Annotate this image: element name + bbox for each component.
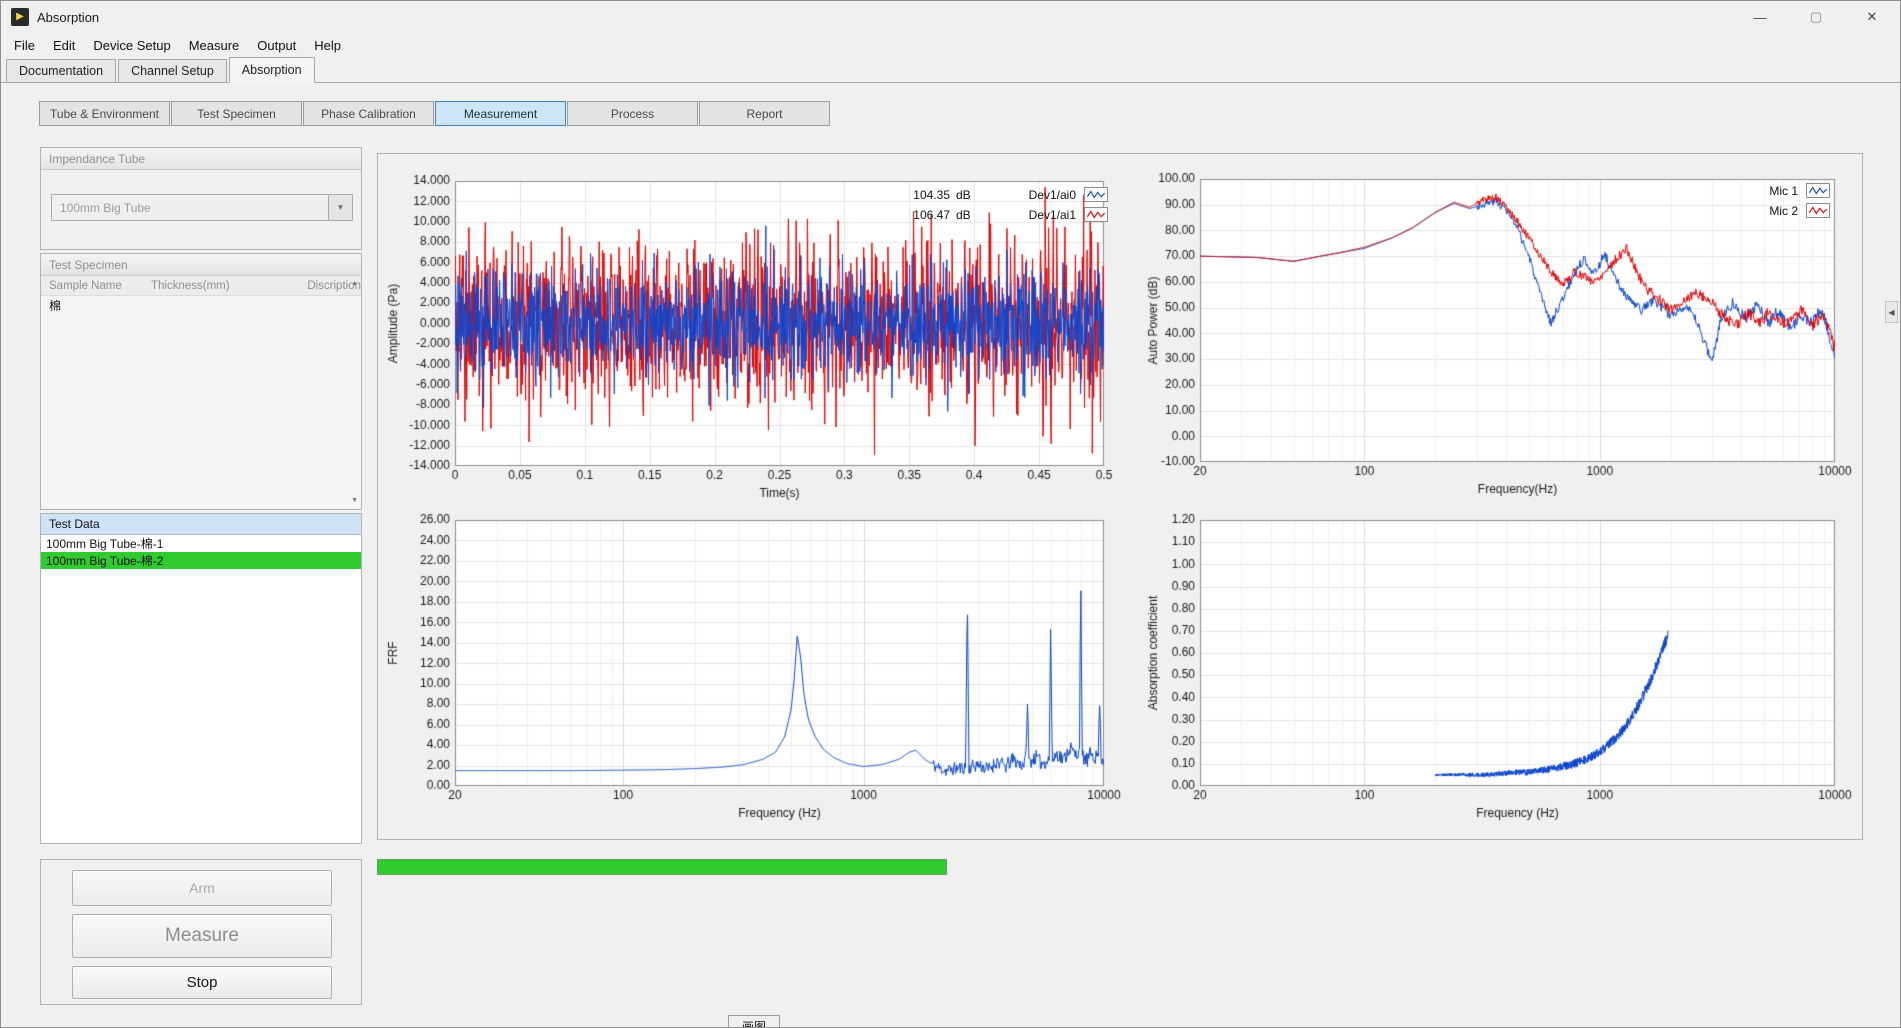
level-value: 106.47 [904,208,950,222]
level-value: 104.35 [904,188,950,202]
main-tab[interactable]: Absorption [229,57,315,83]
subtab-bar: Tube & EnvironmentTest SpecimenPhase Cal… [39,101,831,126]
test-specimen-table: 棉 [41,296,361,509]
waveform-legend-icon[interactable] [1806,183,1830,198]
menu-item[interactable]: File [5,35,44,56]
frf-canvas [378,512,1126,837]
test-data-item[interactable]: 100mm Big Tube-棉-1 [41,535,361,552]
test-specimen-group: Test Specimen Sample NameThickness(mm)Di… [40,253,362,510]
menu-item[interactable]: Measure [180,35,249,56]
menu-item[interactable]: Output [248,35,305,56]
impedance-tube-title: Impendance Tube [41,148,361,170]
subtab[interactable]: Measurement [435,101,566,126]
close-button[interactable]: ✕ [1844,1,1900,33]
legend-label: Mic 2 [1769,204,1798,218]
auto-power-canvas [1138,162,1864,512]
test-data-list: 100mm Big Tube-棉-1100mm Big Tube-棉-2 [41,535,361,843]
legend-entry: Mic 1 [1769,182,1830,199]
menu-item[interactable]: Edit [44,35,84,56]
legend-label: Mic 1 [1769,184,1798,198]
waveform-legend-icon[interactable] [1084,187,1108,202]
test-data-group: Test Data 100mm Big Tube-棉-1100mm Big Tu… [40,513,362,844]
minimize-icon: — [1754,10,1767,25]
test-data-item[interactable]: 100mm Big Tube-棉-2 [41,552,361,569]
waveform-legend-icon[interactable] [1806,203,1830,218]
impedance-tube-group: Impendance Tube 100mm Big Tube ▼ [40,147,362,250]
arm-button[interactable]: Arm [72,870,332,906]
main-tab[interactable]: Channel Setup [118,59,227,82]
time-waveform-chart: 104.35 dB Dev1/ai0 106.47 dB Dev1/ai1 [378,162,1126,512]
auto-power-chart: Mic 1 Mic 2 [1138,162,1864,512]
charts-panel: 104.35 dB Dev1/ai0 106.47 dB Dev1/ai1 [377,153,1863,840]
stop-button[interactable]: Stop [72,966,332,999]
measure-button[interactable]: Measure [72,914,332,958]
channel-name: Dev1/ai1 [1018,208,1076,222]
play-icon: ▶ [16,12,24,22]
channel-name: Dev1/ai0 [1018,188,1076,202]
maximize-button[interactable]: ▢ [1788,1,1844,33]
subtab[interactable]: Tube & Environment [39,101,170,126]
main-tab[interactable]: Documentation [6,59,116,82]
progress-bar [377,859,947,875]
collapse-left-icon: ◀ [1888,308,1894,317]
waveform-legend-icon[interactable] [1084,207,1108,222]
bottom-tab[interactable]: 画图 [728,1015,780,1028]
scroll-up-icon[interactable]: ▲ [351,280,358,287]
window-controls: — ▢ ✕ [1732,1,1900,33]
menu-item[interactable]: Help [305,35,350,56]
main-tab-bar: DocumentationChannel SetupAbsorption [1,57,1900,83]
column-header: Thickness(mm) [143,280,299,292]
test-specimen-title: Test Specimen [41,254,361,276]
subtab[interactable]: Report [699,101,830,126]
subtab[interactable]: Phase Calibration [303,101,434,126]
test-data-title: Test Data [41,514,361,535]
menu-item[interactable]: Device Setup [84,35,179,56]
minimize-button[interactable]: — [1732,1,1788,33]
splitter-collapse-button[interactable]: ◀ [1885,301,1898,323]
subtab[interactable]: Process [567,101,698,126]
level-unit: dB [956,208,978,222]
title-bar: ▶ Absorption — ▢ ✕ [1,1,1900,33]
absorption-chart [1138,512,1864,837]
time-chart-legend: 104.35 dB Dev1/ai0 106.47 dB Dev1/ai1 [904,186,1108,223]
chevron-down-icon[interactable]: ▼ [328,195,352,220]
column-header: Sample Name [41,280,143,292]
absorption-canvas [1138,512,1864,837]
channel-readout: 104.35 dB Dev1/ai0 [904,186,1108,203]
window-title: Absorption [37,10,99,25]
close-icon: ✕ [1867,9,1878,25]
sample-name-cell: 棉 [41,297,141,314]
app-icon: ▶ [11,8,29,26]
legend-entry: Mic 2 [1769,202,1830,219]
scroll-down-icon[interactable]: ▼ [351,497,358,504]
auto-power-legend: Mic 1 Mic 2 [1769,182,1830,219]
level-unit: dB [956,188,978,202]
menu-bar: FileEditDevice SetupMeasureOutputHelp [1,33,1900,57]
table-row[interactable]: 棉 [41,296,361,314]
impedance-tube-select[interactable]: 100mm Big Tube ▼ [51,194,353,221]
impedance-tube-value: 100mm Big Tube [52,201,328,215]
progress-fill [378,860,946,874]
channel-readout: 106.47 dB Dev1/ai1 [904,206,1108,223]
maximize-icon: ▢ [1810,9,1822,25]
frf-chart [378,512,1126,837]
actions-box: Arm Measure Stop [40,859,362,1005]
test-specimen-columns: Sample NameThickness(mm)Discription [41,276,361,296]
app-window: ▶ Absorption — ▢ ✕ FileEditDevice SetupM… [0,0,1901,1028]
subtab[interactable]: Test Specimen [171,101,302,126]
